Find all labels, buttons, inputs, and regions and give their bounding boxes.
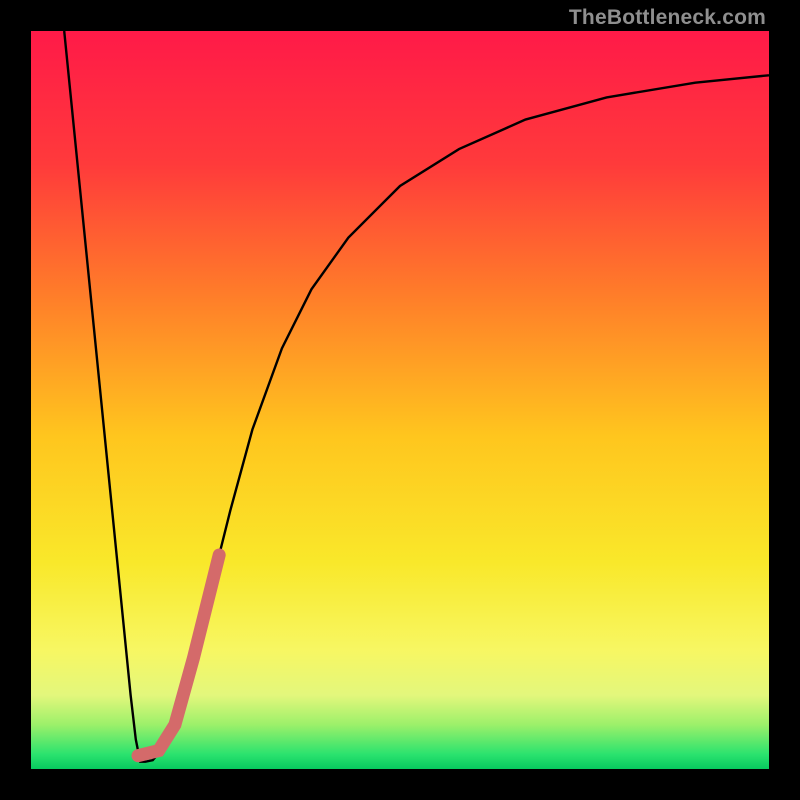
watermark-text: TheBottleneck.com [569,6,766,30]
chart-svg [31,31,769,769]
chart-frame: TheBottleneck.com [0,0,800,800]
chart-background [31,31,769,769]
chart-plot-area [31,31,769,769]
